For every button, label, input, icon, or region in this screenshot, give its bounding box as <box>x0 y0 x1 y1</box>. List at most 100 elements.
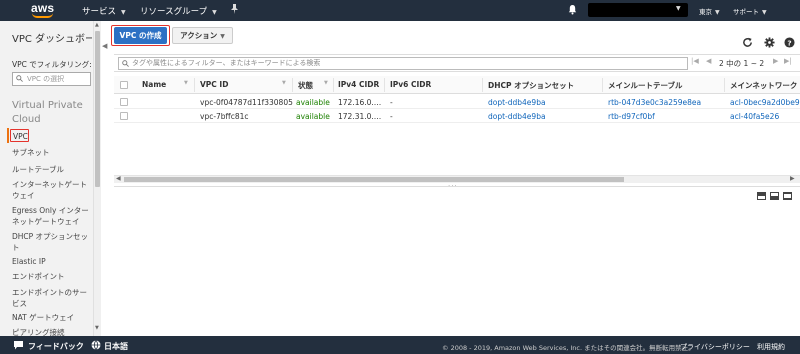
scroll-up-icon[interactable]: ▲ <box>95 22 99 28</box>
search-icon <box>16 75 23 82</box>
cell-dhcp-link[interactable]: dopt-ddb4e9ba <box>488 98 546 107</box>
account-menu[interactable] <box>588 3 688 17</box>
scroll-right-icon[interactable]: ▶ <box>790 175 795 182</box>
pin-icon[interactable] <box>230 4 239 17</box>
cell-ipv6-cidr: - <box>390 112 393 121</box>
chevron-down-icon: ▼ <box>676 5 681 12</box>
sidebar-item-endpoint-services[interactable]: エンドポイントのサービス <box>12 287 92 309</box>
language-selector[interactable]: 日本語 <box>104 341 128 352</box>
bell-icon[interactable] <box>568 4 577 17</box>
chevron-down-icon: ▼ <box>220 33 225 40</box>
column-divider <box>333 78 334 92</box>
column-main-route-table[interactable]: メインルートテーブル <box>608 80 683 91</box>
create-vpc-button[interactable]: VPC の作成 <box>114 27 167 44</box>
sidebar-item-internet-gateways[interactable]: インターネットゲートウェイ <box>12 179 92 201</box>
sort-icon[interactable]: ▼ <box>324 80 328 86</box>
chevron-down-icon: ▼ <box>715 9 720 16</box>
scroll-left-icon[interactable]: ◀ <box>116 175 121 182</box>
column-name[interactable]: Name <box>142 80 166 89</box>
sidebar-title[interactable]: VPC ダッシュボード <box>12 30 92 45</box>
help-icon[interactable]: ? <box>784 37 795 48</box>
sidebar-item-egress-only-gateways[interactable]: Egress Only インターネットゲートウェイ <box>12 205 92 227</box>
actions-button[interactable]: アクション ▼ <box>172 27 233 44</box>
svg-text:?: ? <box>787 38 791 47</box>
support-menu[interactable]: サポート ▼ <box>733 6 767 16</box>
top-nav: aws サービス ▼ リソースグループ ▼ ▼ 東京 ▼ サポート ▼ <box>0 0 800 21</box>
aws-logo[interactable]: aws <box>31 1 55 19</box>
cell-vpc-id: vpc-0f04787d11f330805 <box>200 98 293 107</box>
collapse-sidebar-icon[interactable]: ◀ <box>102 42 107 50</box>
services-menu[interactable]: サービス ▼ <box>82 5 126 17</box>
terms-link[interactable]: 利用規約 <box>757 342 785 352</box>
cell-acl-link[interactable]: acl-0bec9a2d0be91 <box>730 98 800 107</box>
column-main-network-acl[interactable]: メインネットワーク <box>730 80 800 91</box>
cell-vpc-id: vpc-7bffc81c <box>200 112 249 121</box>
splitter-handle-icon[interactable]: ··· <box>448 182 458 190</box>
refresh-icon[interactable] <box>742 37 753 48</box>
scrollbar-thumb[interactable] <box>95 31 100 187</box>
row-checkbox[interactable] <box>120 98 128 106</box>
sidebar-item-nat-gateways[interactable]: NAT ゲートウェイ <box>12 312 92 323</box>
vpc-select[interactable]: VPC の選択 <box>12 72 91 86</box>
cell-state: available <box>296 112 330 121</box>
search-input[interactable]: タグや属性によるフィルター、またはキーワードによる検索 <box>118 57 688 70</box>
sidebar-scrollbar[interactable]: ▲ ▼ <box>93 21 101 336</box>
chevron-down-icon: ▼ <box>762 9 767 16</box>
column-divider <box>194 78 195 92</box>
column-divider <box>292 78 293 92</box>
last-page-icon[interactable]: ▶| <box>784 57 792 65</box>
column-ipv4-cidr[interactable]: IPv4 CIDR <box>338 80 379 89</box>
column-ipv6-cidr[interactable]: IPv6 CIDR <box>390 80 431 89</box>
cell-state: available <box>296 98 330 107</box>
chevron-down-icon: ▼ <box>121 9 126 16</box>
layout-full-panel-icon[interactable] <box>783 192 792 200</box>
layout-split-panel-icon[interactable] <box>770 192 779 200</box>
sort-icon[interactable]: ▼ <box>184 80 188 86</box>
cell-acl-link[interactable]: acl-40fa5e26 <box>730 112 800 121</box>
active-indicator <box>7 128 9 143</box>
sort-icon[interactable]: ▼ <box>282 80 286 86</box>
sidebar-item-subnets[interactable]: サブネット <box>12 147 92 158</box>
scrollbar-thumb[interactable] <box>124 177 624 182</box>
sidebar-item-dhcp-options[interactable]: DHCP オプションセット <box>12 231 92 253</box>
privacy-policy-link[interactable]: プライバシーポリシー <box>680 342 750 352</box>
sidebar-item-peering[interactable]: ピアリング接続 <box>12 327 92 336</box>
cell-ipv4-cidr: 172.16.0.… <box>338 98 382 107</box>
column-divider <box>602 78 603 92</box>
next-page-icon[interactable]: ▶ <box>773 57 778 65</box>
column-divider <box>384 78 385 92</box>
cell-dhcp-link[interactable]: dopt-ddb4e9ba <box>488 112 546 121</box>
sidebar-section-vpc: Virtual Private Cloud <box>12 100 83 125</box>
region-menu[interactable]: 東京 ▼ <box>699 6 720 16</box>
search-icon <box>122 60 129 67</box>
column-divider <box>724 78 725 92</box>
column-state[interactable]: 状態 <box>298 80 313 91</box>
column-divider <box>482 78 483 92</box>
sidebar-item-elastic-ip[interactable]: Elastic IP <box>12 256 92 267</box>
cell-ipv4-cidr: 172.31.0.… <box>338 112 382 121</box>
cell-ipv6-cidr: - <box>390 98 393 107</box>
sidebar-item-endpoints[interactable]: エンドポイント <box>12 271 92 282</box>
copyright-text: © 2008 - 2019, Amazon Web Services, Inc.… <box>442 344 695 352</box>
cell-route-table-link[interactable]: rtb-047d3e0c3a259e8ea <box>608 98 701 107</box>
resource-groups-menu[interactable]: リソースグループ ▼ <box>140 5 217 17</box>
column-vpc-id[interactable]: VPC ID <box>200 80 228 89</box>
scroll-down-icon[interactable]: ▼ <box>95 325 99 331</box>
select-all-checkbox[interactable] <box>120 81 128 89</box>
pagination-text: 2 中の 1 ~ 2 <box>719 59 765 68</box>
row-checkbox[interactable] <box>120 112 128 120</box>
sidebar-item-vpc[interactable]: VPC <box>13 131 93 142</box>
column-dhcp-options[interactable]: DHCP オプションセット <box>488 80 574 91</box>
first-page-icon[interactable]: |◀ <box>691 57 699 65</box>
gear-icon[interactable] <box>764 37 775 48</box>
sidebar-item-route-tables[interactable]: ルートテーブル <box>12 164 92 175</box>
sidebar: VPC ダッシュボード VPC でフィルタリング: VPC の選択 Virtua… <box>0 21 101 336</box>
cell-route-table-link[interactable]: rtb-d97cf0bf <box>608 112 655 121</box>
vpc-filter-label: VPC でフィルタリング: <box>12 60 92 69</box>
feedback-icon[interactable] <box>13 340 24 350</box>
feedback-link[interactable]: フィードバック <box>28 341 84 352</box>
footer-bar: フィードバック 日本語 © 2008 - 2019, Amazon Web Se… <box>0 336 800 354</box>
globe-icon[interactable] <box>91 340 101 350</box>
layout-bottom-panel-icon[interactable] <box>757 192 766 200</box>
prev-page-icon[interactable]: ◀ <box>706 57 711 65</box>
